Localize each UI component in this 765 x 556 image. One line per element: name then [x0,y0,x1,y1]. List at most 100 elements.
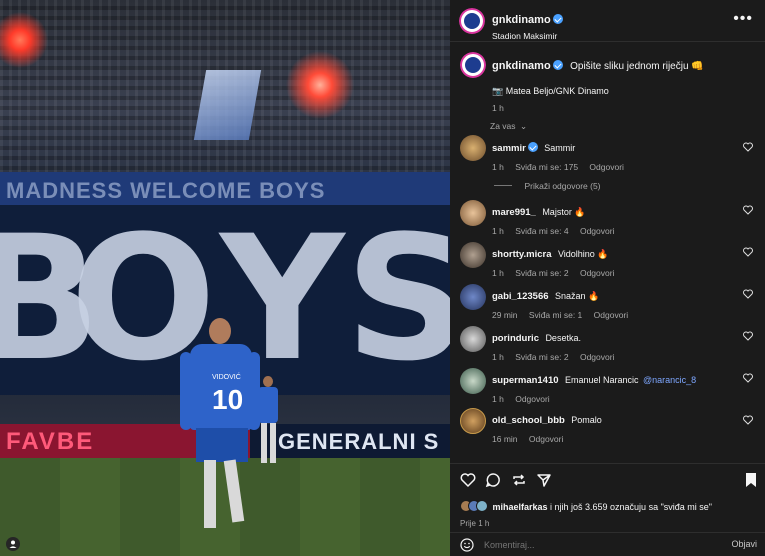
comment-bubble-icon[interactable] [485,472,501,488]
comment-text: Vidolhino 🔥 [557,249,609,259]
comment-likes[interactable]: Sviđa mi se: 4 [515,226,568,236]
comment-username[interactable]: mare991_ [492,207,536,218]
player-leg [204,460,216,528]
liker-username[interactable]: mihaelfarkas [492,502,547,512]
heart-icon[interactable] [743,373,753,383]
reply-button[interactable]: Odgovori [594,310,629,320]
caption-username[interactable]: gnkdinamo [492,60,551,72]
post-time: Prije 1 h [460,519,490,528]
view-replies-toggle[interactable]: Prikaži odgovore (5) [494,176,765,194]
heart-icon[interactable] [743,331,753,341]
dinamo-logo-icon [460,52,486,78]
more-options-icon[interactable]: ••• [733,10,753,28]
verified-badge-icon [552,60,563,70]
bookmark-icon[interactable] [743,472,759,488]
likes-count-text[interactable]: i njih još 3.659 označuju sa "sviđa mi s… [548,502,712,512]
reply-button[interactable]: Odgovori [580,268,615,278]
shirt-name: VIDOVIĆ [212,374,241,381]
comment-text: Emanuel Narancic [565,375,639,385]
comments-filter[interactable]: Za vas ⌄ [490,116,765,134]
post-photo[interactable]: MADNESS WELCOME BOYS B O Y S FAVBE GENER… [0,0,450,556]
comment-input-bar: Objavi [450,532,765,556]
comment-text: Desetka. [545,333,581,343]
avatar[interactable] [459,8,485,34]
comment-username[interactable]: gabi_123566 [492,291,549,302]
comment-username[interactable]: sammir [492,143,526,154]
background-player [256,376,280,468]
caption-time: 1 h [492,103,504,113]
comment-likes[interactable]: Sviđa mi se: 1 [529,310,582,320]
reply-button[interactable]: Odgovori [515,394,550,404]
comment-likes[interactable]: Sviđa mi se: 2 [515,268,568,278]
ad-right-text: GENERALNI S [278,429,440,454]
heart-icon[interactable] [743,247,753,257]
comment-time: 1 h [492,226,504,236]
banner-letter: S [345,198,450,399]
verified-badge-icon [552,14,563,24]
comment-time: 16 min [492,434,518,444]
likes-summary: mihaelfarkas i njih još 3.659 označuju s… [460,497,760,528]
post-username[interactable]: gnkdinamo [492,14,551,26]
heart-icon[interactable] [743,415,753,425]
comment-mention[interactable]: @narancic_8 [643,375,696,385]
like-heart-icon[interactable] [460,472,476,488]
player-shorts [196,428,248,462]
reply-button[interactable]: Odgovori [529,434,564,444]
caption-credit: 📷 Matea Beljo/GNK Dinamo [492,86,609,96]
comment-time: 1 h [492,268,504,278]
comment-input[interactable] [484,537,704,553]
comment-username[interactable]: shortty.micra [492,249,551,260]
avatar[interactable] [460,368,486,394]
heart-icon[interactable] [743,205,753,215]
avatar[interactable] [460,326,486,352]
comment-text: Sammir [544,143,576,153]
replies-line [494,185,512,186]
post-location[interactable]: Stadion Maksimir [492,31,563,41]
player-figure: VIDOVIĆ 10 [180,318,266,533]
player-head [209,318,231,344]
comment-likes[interactable]: Sviđa mi se: 175 [515,162,578,172]
reply-button[interactable]: Odgovori [580,226,615,236]
comment-time: 1 h [492,394,504,404]
player-shirt: VIDOVIĆ 10 [190,344,252,430]
comment-text: Pomalo [571,415,602,425]
caption-text: Opišite sliku jednom riječju 👊 [570,61,704,72]
user-tags-icon[interactable] [6,537,20,551]
post-comment-button[interactable]: Objavi [731,539,757,549]
avatar[interactable] [460,200,486,226]
emoji-smiley-icon[interactable] [460,538,474,552]
comment-username[interactable]: old_school_bbb [492,415,565,426]
post-actions-bar [450,463,765,493]
repost-icon[interactable] [511,472,527,488]
header-text: gnkdinamo Stadion Maksimir [492,10,563,41]
comment-text: Majstor 🔥 [542,207,586,217]
avatar[interactable] [460,52,486,78]
liker-avatars[interactable] [460,500,488,512]
verified-badge-icon [527,142,538,152]
reply-button[interactable]: Odgovori [580,352,615,362]
post-side-panel: gnkdinamo Stadion Maksimir ••• gnkdinamo… [450,0,765,556]
ad-left-text: FAVBE [6,428,95,455]
dinamo-logo-icon [459,8,485,34]
post-header: gnkdinamo Stadion Maksimir ••• [450,0,765,42]
heart-icon[interactable] [743,289,753,299]
comment-time: 29 min [492,310,518,320]
comment-time: 1 h [492,162,504,172]
avatar[interactable] [460,284,486,310]
chevron-down-icon: ⌄ [519,121,528,131]
comment-likes[interactable]: Sviđa mi se: 2 [515,352,568,362]
comment-username[interactable]: superman1410 [492,375,559,386]
reply-button[interactable]: Odgovori [589,162,624,172]
heart-icon[interactable] [743,142,753,152]
avatar[interactable] [460,242,486,268]
comment-time: 1 h [492,352,504,362]
avatar[interactable] [460,135,486,161]
comment-username[interactable]: porinduric [492,333,539,344]
shirt-number: 10 [212,384,244,415]
comment-text: Snažan 🔥 [554,291,600,301]
view-replies-label: Prikaži odgovore (5) [524,181,601,191]
filter-label: Za vas [490,121,516,131]
player-leg [223,459,245,523]
avatar[interactable] [460,408,486,434]
share-send-icon[interactable] [536,472,552,488]
